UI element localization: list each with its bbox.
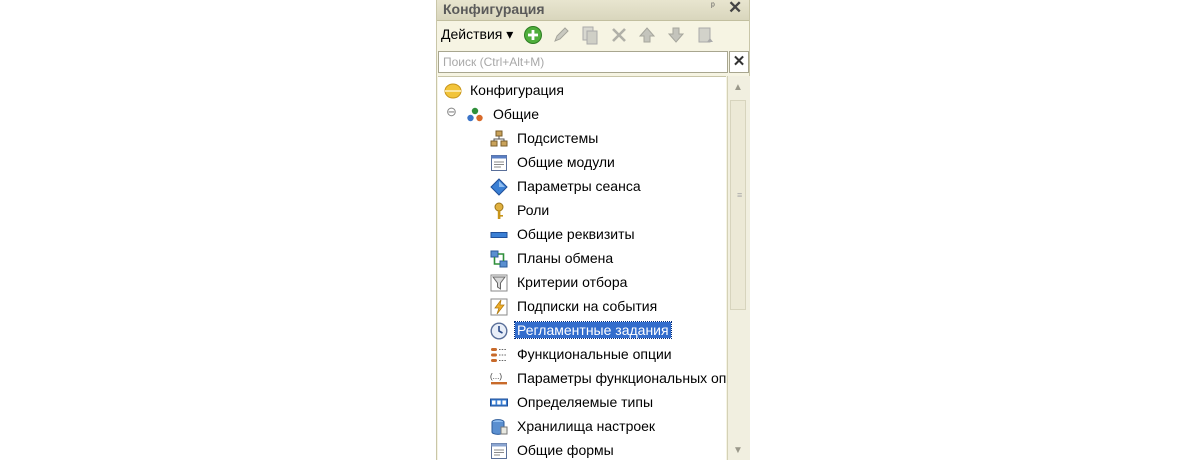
tree-item-label: Параметры функциональных опц: [517, 370, 735, 386]
scheduled-jobs-icon: [490, 322, 508, 340]
exchange-plans-icon: [490, 250, 508, 268]
tree-item-label: Параметры сеанса: [517, 178, 641, 194]
defined-types-icon: [490, 398, 508, 407]
common-icon: [467, 107, 483, 122]
tree-item-label: Критерии отбора: [517, 274, 628, 290]
actions-menu-button[interactable]: Действия ▾: [441, 26, 513, 43]
tree-item-label: Планы обмена: [517, 250, 614, 266]
common-attributes-icon: [490, 232, 508, 238]
scroll-down-icon[interactable]: ▼: [733, 445, 743, 456]
copy-icon[interactable]: [580, 25, 600, 45]
tree-item-label: Подписки на события: [517, 298, 658, 314]
add-icon[interactable]: [523, 25, 543, 45]
tree-item-label: Определяемые типы: [517, 394, 654, 410]
delete-icon[interactable]: [609, 25, 629, 45]
pin-icon[interactable]: ᵖ: [711, 1, 715, 12]
tree-item-label: Общие модули: [517, 154, 615, 170]
tree-item-label: Хранилища настроек: [517, 418, 656, 434]
tree-node-label: Общие: [493, 106, 540, 122]
common-modules-icon: [491, 155, 507, 171]
sort-icon[interactable]: [695, 25, 715, 45]
common-forms-icon: [491, 443, 507, 459]
tree-node-label: Конфигурация: [470, 82, 564, 98]
close-icon[interactable]: ✕: [728, 0, 742, 18]
panel-title: Конфигурация: [443, 1, 545, 17]
clear-search-icon[interactable]: ✕: [729, 51, 749, 73]
functional-options-icon: [491, 348, 507, 362]
tree-item-label: Общие реквизиты: [517, 226, 635, 242]
tree-item-label: Подсистемы: [517, 130, 599, 146]
scrollbar-thumb[interactable]: ≡: [730, 100, 746, 310]
tree-scrollbar[interactable]: ▲ ≡ ▼: [727, 76, 750, 460]
tree-item-label: Функциональные опции: [517, 346, 672, 362]
tree-item-label-selected: Регламентные задания: [514, 321, 672, 339]
tree-item-label: Общие формы: [517, 442, 614, 458]
filter-criteria-icon: [490, 274, 508, 292]
configuration-tree: Конфигурация ⊖ Общие Подсистемы Общие мо…: [438, 76, 734, 461]
configuration-icon: [444, 83, 462, 99]
subsystems-icon: [490, 130, 508, 147]
move-down-icon[interactable]: [666, 25, 686, 45]
move-up-icon[interactable]: [637, 25, 657, 45]
edit-icon[interactable]: [551, 25, 571, 45]
event-subscriptions-icon: [490, 298, 508, 316]
toolbar: Действия ▾: [437, 21, 749, 49]
session-parameters-icon: [490, 178, 508, 196]
collapse-icon[interactable]: ⊖: [446, 104, 457, 120]
functional-options-parameters-icon: (...): [490, 372, 507, 385]
panel-titlebar: Конфигурация ᵖ ✕: [437, 0, 749, 21]
search-input[interactable]: [438, 51, 728, 73]
tree-item-label: Роли: [517, 202, 550, 218]
grip-icon: ≡: [737, 190, 743, 200]
scroll-up-icon[interactable]: ▲: [733, 82, 743, 93]
roles-icon: [494, 202, 504, 219]
configuration-panel: Конфигурация ᵖ ✕ Действия ▾ Поиск (Ctrl+…: [436, 0, 750, 461]
settings-storages-icon: [491, 419, 508, 435]
svg-text:(...): (...): [490, 372, 502, 381]
